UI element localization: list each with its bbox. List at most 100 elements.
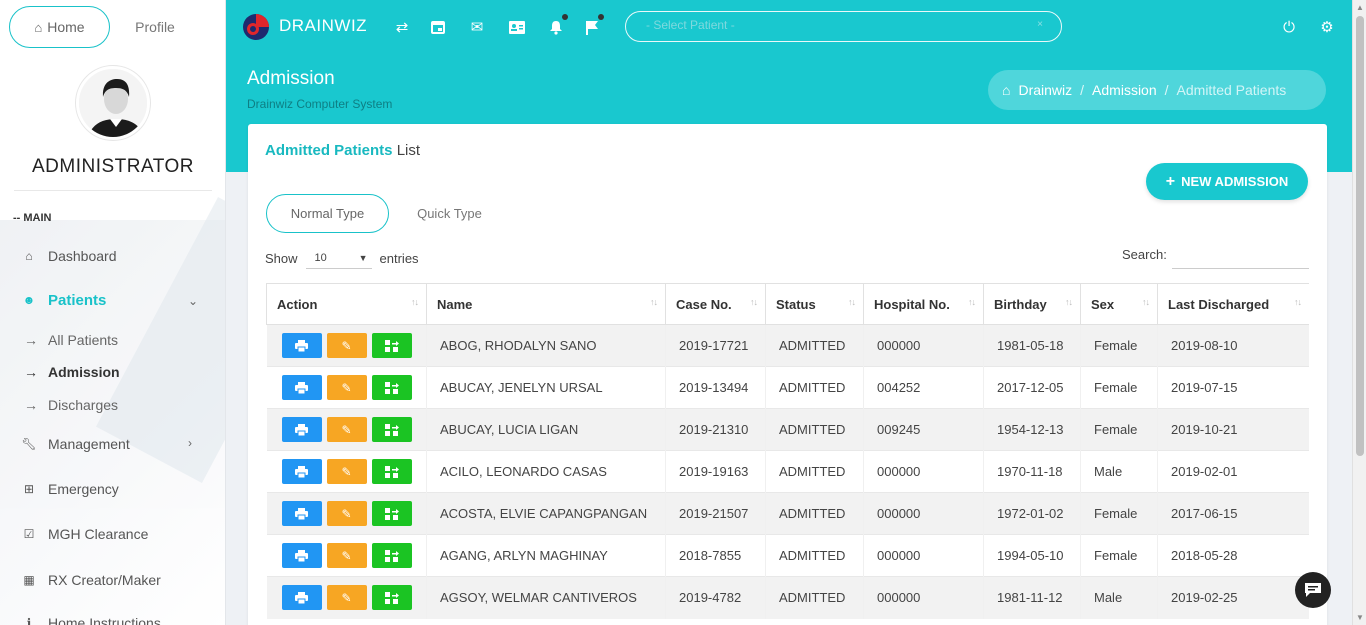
topbar: DRAINWIZ ⇄ ✉ - Select Patient - × ⏻ ⚙ (226, 0, 1352, 54)
swap-icon[interactable]: ⇄ (392, 17, 412, 37)
breadcrumb-item-drainwiz[interactable]: Drainwiz (1018, 82, 1072, 98)
column-header-sex[interactable]: Sex ↑↓ (1080, 283, 1158, 325)
breadcrumb-item-admission[interactable]: Admission (1092, 82, 1157, 98)
tab-quick-type[interactable]: Quick Type (398, 194, 501, 233)
hospital-no-cell: 000000 (863, 492, 984, 535)
new-admission-button[interactable]: + NEW ADMISSION (1146, 163, 1308, 200)
page-scrollbar[interactable]: ▲ ▼ (1352, 0, 1366, 625)
clear-icon[interactable]: × (1037, 19, 1043, 30)
table-row: ✎ AGANG, ARLYN MAGHINAY 2018-7855 ADMITTED 0… (266, 534, 1309, 577)
hospital-no-cell: 000000 (863, 324, 984, 367)
home-icon: ⌂ (34, 19, 43, 35)
column-header-action[interactable]: Action ↑↓ (266, 283, 427, 325)
transfer-icon (384, 549, 399, 562)
print-button[interactable] (281, 459, 322, 484)
power-icon[interactable]: ⏻ (1279, 17, 1299, 37)
print-button[interactable] (281, 543, 322, 568)
edit-button[interactable]: ✎ (326, 417, 367, 442)
print-button[interactable] (281, 501, 322, 526)
contact-card-icon[interactable] (507, 17, 527, 37)
pencil-icon: ✎ (341, 464, 352, 479)
column-header-last-discharged[interactable]: Last Discharged ↑↓ (1157, 283, 1309, 325)
last-discharged-cell: 2019-10-21 (1157, 408, 1309, 451)
transfer-icon (384, 507, 399, 520)
scroll-down-icon[interactable]: ▼ (1356, 613, 1364, 622)
sidebar-item-label: Emergency (48, 481, 119, 497)
sidebar-subitem-all-patients[interactable]: → All Patients (24, 330, 118, 350)
home-icon[interactable]: ⌂ (1002, 82, 1010, 98)
last-discharged-cell: 2019-07-15 (1157, 366, 1309, 409)
print-button[interactable] (281, 375, 322, 400)
sidebar-item-rx-creator[interactable]: ▦ RX Creator/Maker (22, 569, 160, 591)
tab-home[interactable]: ⌂ Home (9, 6, 110, 48)
chevron-down-icon[interactable]: ⌄ (188, 294, 198, 308)
tab-normal-type[interactable]: Normal Type (266, 194, 389, 233)
sidebar-item-dashboard[interactable]: ⌂ Dashboard (22, 245, 116, 267)
hospital-no-cell: 009245 (863, 408, 984, 451)
gear-icon[interactable]: ⚙ (1317, 17, 1337, 37)
action-cell: ✎ (266, 324, 427, 367)
hospital-no-cell: 000000 (863, 534, 984, 577)
chevron-right-icon[interactable]: › (188, 436, 192, 450)
case-no-cell: 2019-19163 (665, 450, 766, 493)
row-actions: ✎ (280, 501, 414, 526)
sidebar-item-label: Home Instructions (48, 615, 161, 625)
transfer-button[interactable] (371, 501, 412, 526)
entries-select[interactable]: 10 ▼ (305, 247, 372, 269)
edit-button[interactable]: ✎ (326, 585, 367, 611)
print-button[interactable] (281, 585, 322, 611)
tab-profile[interactable]: Profile (115, 6, 195, 48)
sidebar-item-emergency[interactable]: ⊞ Emergency (22, 478, 119, 500)
sidebar-subitem-discharges[interactable]: → Discharges (24, 395, 118, 415)
edit-button[interactable]: ✎ (326, 543, 367, 568)
transfer-button[interactable] (371, 375, 412, 400)
transfer-button[interactable] (371, 585, 412, 611)
flag-icon[interactable] (582, 14, 604, 37)
scroll-thumb[interactable] (1356, 16, 1364, 456)
last-discharged-cell: 2019-02-01 (1157, 450, 1309, 493)
column-header-birthday[interactable]: Birthday ↑↓ (983, 283, 1081, 325)
card-title-bold: Admitted Patients (265, 142, 393, 159)
search-input[interactable] (1172, 243, 1309, 269)
column-header-hospital-no[interactable]: Hospital No. ↑↓ (863, 283, 984, 325)
sort-icon: ↑↓ (848, 297, 856, 307)
sidebar-item-mgh-clearance[interactable]: ☑ MGH Clearance (22, 523, 149, 545)
pencil-icon: ✎ (341, 338, 352, 353)
case-no-cell: 2019-13494 (665, 366, 766, 409)
action-cell: ✎ (266, 576, 427, 619)
transfer-button[interactable] (371, 459, 412, 484)
print-button[interactable] (281, 417, 322, 442)
column-header-name[interactable]: Name ↑↓ (426, 283, 666, 325)
transfer-button[interactable] (371, 543, 412, 568)
grid-icon: ▦ (23, 573, 35, 587)
scroll-up-icon[interactable]: ▲ (1356, 3, 1364, 12)
calendar-icon[interactable] (428, 17, 448, 37)
smile-icon: ☻ (22, 293, 36, 307)
sidebar-item-patients[interactable]: ☻ Patients (22, 289, 107, 311)
entries-length-control: Show 10 ▼ entries (265, 247, 419, 269)
edit-button[interactable]: ✎ (326, 501, 367, 526)
print-button[interactable] (281, 333, 322, 358)
edit-button[interactable]: ✎ (326, 375, 367, 400)
sidebar-item-management[interactable]: 🔧︎ Management (21, 433, 129, 455)
sort-icon: ↑↓ (968, 297, 976, 307)
sidebar-subitem-admission[interactable]: → Admission (24, 362, 120, 382)
transfer-button[interactable] (371, 417, 412, 442)
sex-cell: Female (1080, 408, 1158, 451)
name-cell: AGANG, ARLYN MAGHINAY (426, 534, 666, 577)
name-cell: AGSOY, WELMAR CANTIVEROS (426, 576, 666, 619)
transfer-button[interactable] (371, 333, 412, 358)
column-header-status[interactable]: Status ↑↓ (765, 283, 864, 325)
column-header-case-no[interactable]: Case No. ↑↓ (665, 283, 766, 325)
sidebar-item-home-instructions[interactable]: ℹ Home Instructions (22, 612, 161, 625)
chat-button[interactable] (1295, 572, 1331, 608)
bell-icon[interactable] (546, 14, 568, 37)
mail-icon[interactable]: ✉ (467, 17, 487, 37)
drainwiz-logo-icon (243, 14, 269, 40)
sort-icon: ↑↓ (411, 297, 419, 307)
patient-select[interactable]: - Select Patient - × (625, 11, 1062, 42)
name-cell: ABOG, RHODALYN SANO (426, 324, 666, 367)
edit-button[interactable]: ✎ (326, 459, 367, 484)
edit-button[interactable]: ✎ (326, 333, 367, 358)
info-icon: ℹ (26, 616, 32, 625)
